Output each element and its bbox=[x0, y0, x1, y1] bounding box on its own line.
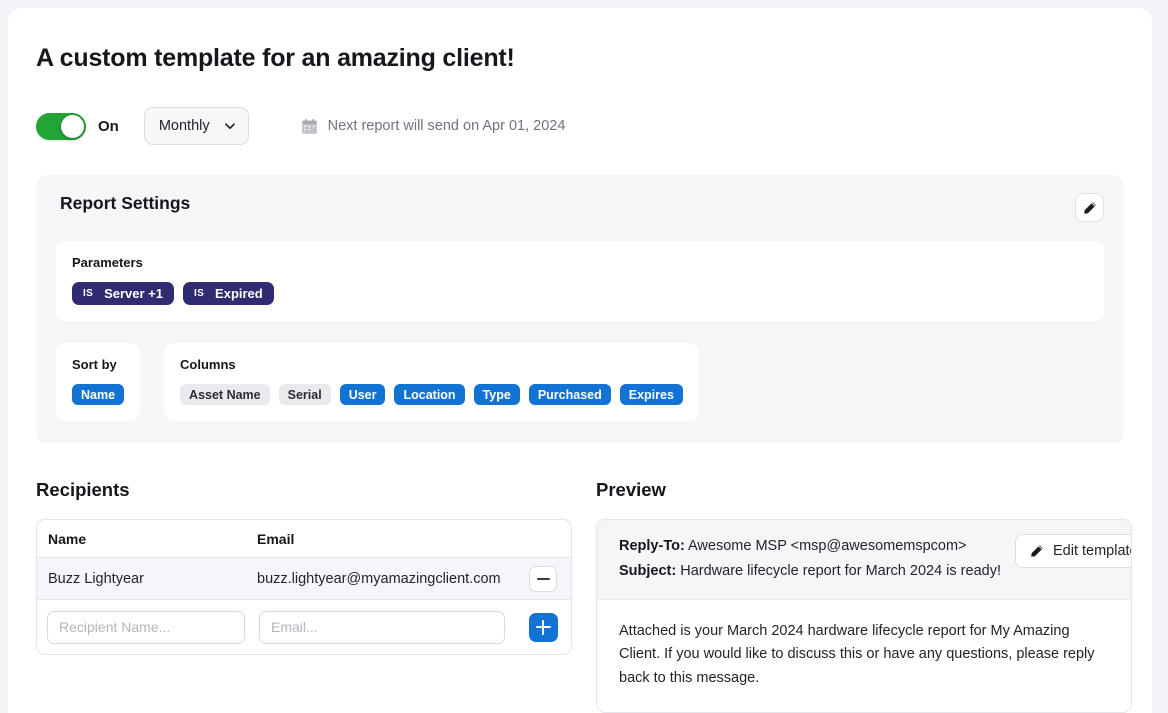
subject-label: Subject: bbox=[619, 562, 677, 579]
column-tag-serial[interactable]: Serial bbox=[278, 384, 331, 405]
chevron-down-icon bbox=[224, 120, 236, 132]
add-recipient-button[interactable] bbox=[528, 612, 558, 642]
report-settings-panel: Report Settings Parameters IS Server +1 bbox=[36, 175, 1124, 443]
recipient-name-input[interactable] bbox=[47, 610, 245, 644]
add-recipient-actions bbox=[515, 612, 571, 642]
remove-recipient-button[interactable] bbox=[529, 565, 557, 592]
recipients-table: Name Email Buzz Lightyear buzz.lightyear… bbox=[36, 519, 572, 655]
report-settings-title: Report Settings bbox=[60, 193, 191, 213]
column-tag-expires[interactable]: Expires bbox=[619, 384, 683, 405]
pencil-icon bbox=[1083, 201, 1097, 215]
parameter-chip[interactable]: IS Expired bbox=[182, 282, 274, 305]
report-settings-header: Report Settings bbox=[56, 193, 1104, 222]
enable-report-toggle[interactable] bbox=[36, 112, 86, 140]
sort-by-tag[interactable]: Name bbox=[72, 384, 125, 405]
sort-by-label: Sort by bbox=[72, 357, 117, 372]
frequency-select[interactable]: Monthly bbox=[143, 107, 249, 145]
reply-to-line: Reply-To: Awesome MSP <msp@awesomemspcom… bbox=[619, 534, 1001, 559]
column-tag-user[interactable]: User bbox=[339, 384, 386, 405]
sort-and-columns: Sort by Name Columns Asset Name Serial U… bbox=[56, 343, 1104, 421]
parameters-label: Parameters bbox=[72, 255, 143, 270]
edit-report-settings-button[interactable] bbox=[1075, 193, 1104, 222]
columns-card: Columns Asset Name Serial User Location … bbox=[164, 343, 699, 421]
parameter-operator: IS bbox=[83, 288, 94, 299]
preview-section: Preview Reply-To: Awesome MSP <msp@aweso… bbox=[596, 479, 1132, 713]
pencil-icon bbox=[1030, 544, 1044, 558]
edit-template-label: Edit template bbox=[1052, 543, 1132, 559]
preview-title: Preview bbox=[596, 479, 666, 500]
toggle-knob bbox=[61, 114, 84, 138]
next-send-info: Next report will send on Apr 01, 2024 bbox=[301, 118, 566, 135]
column-header-email: Email bbox=[257, 530, 295, 547]
minus-icon bbox=[536, 577, 550, 580]
preview-header: Reply-To: Awesome MSP <msp@awesomemspcom… bbox=[597, 520, 1131, 600]
column-tag-type[interactable]: Type bbox=[473, 384, 520, 405]
next-send-text: Next report will send on Apr 01, 2024 bbox=[327, 118, 566, 134]
parameter-chip-list: IS Server +1 IS Expired bbox=[72, 282, 1088, 305]
toggle-state-label: On bbox=[98, 117, 119, 135]
column-header-name: Name bbox=[48, 530, 87, 547]
add-recipient-row bbox=[37, 600, 571, 654]
calendar-icon bbox=[301, 118, 318, 135]
recipient-email: buzz.lightyear@myamazingclient.com bbox=[257, 570, 501, 587]
preview-body-text: Attached is your March 2024 hardware lif… bbox=[619, 622, 1095, 686]
column-tag-purchased[interactable]: Purchased bbox=[528, 384, 611, 405]
table-header-row: Name Email bbox=[37, 520, 571, 558]
page-card: A custom template for an amazing client!… bbox=[8, 8, 1152, 713]
recipients-section: Recipients Name Email Buzz Lightyear buz… bbox=[36, 479, 572, 713]
header-controls: On Monthly Next report will send on Apr … bbox=[36, 107, 1124, 145]
parameter-operator: IS bbox=[193, 288, 205, 299]
edit-template-button[interactable]: Edit template bbox=[1014, 534, 1132, 568]
reply-to-label: Reply-To: bbox=[619, 538, 685, 554]
subject-value: Hardware lifecycle report for March 2024… bbox=[680, 562, 1001, 579]
email-preview-box: Reply-To: Awesome MSP <msp@awesomemspcom… bbox=[596, 519, 1132, 713]
frequency-value: Monthly bbox=[158, 118, 210, 134]
parameter-value: Server +1 bbox=[104, 286, 163, 301]
recipient-actions bbox=[515, 565, 571, 592]
recipient-email-input[interactable] bbox=[259, 610, 505, 644]
columns-label: Columns bbox=[180, 357, 236, 372]
reply-to-value: Awesome MSP <msp@awesomemspcom> bbox=[688, 538, 967, 554]
sort-by-tag-list: Name bbox=[72, 384, 125, 405]
new-recipient-email-cell bbox=[253, 610, 515, 644]
parameter-chip[interactable]: IS Server +1 bbox=[72, 282, 174, 305]
bottom-section: Recipients Name Email Buzz Lightyear buz… bbox=[36, 479, 1132, 713]
table-row: Buzz Lightyear buzz.lightyear@myamazingc… bbox=[37, 558, 571, 600]
column-tag-location[interactable]: Location bbox=[394, 384, 465, 405]
column-tag-asset-name[interactable]: Asset Name bbox=[180, 384, 270, 405]
sort-by-card: Sort by Name bbox=[56, 343, 141, 421]
subject-line: Subject: Hardware lifecycle report for M… bbox=[619, 559, 1001, 584]
recipient-name: Buzz Lightyear bbox=[48, 570, 144, 587]
columns-tag-list: Asset Name Serial User Location Type Pur… bbox=[180, 384, 683, 405]
new-recipient-name-cell bbox=[37, 610, 253, 644]
preview-meta: Reply-To: Awesome MSP <msp@awesomemspcom… bbox=[619, 534, 1001, 584]
parameter-value: Expired bbox=[215, 286, 263, 301]
parameters-card: Parameters IS Server +1 IS Expired bbox=[56, 241, 1104, 321]
recipients-title: Recipients bbox=[36, 479, 130, 500]
page-title: A custom template for an amazing client! bbox=[36, 44, 515, 72]
